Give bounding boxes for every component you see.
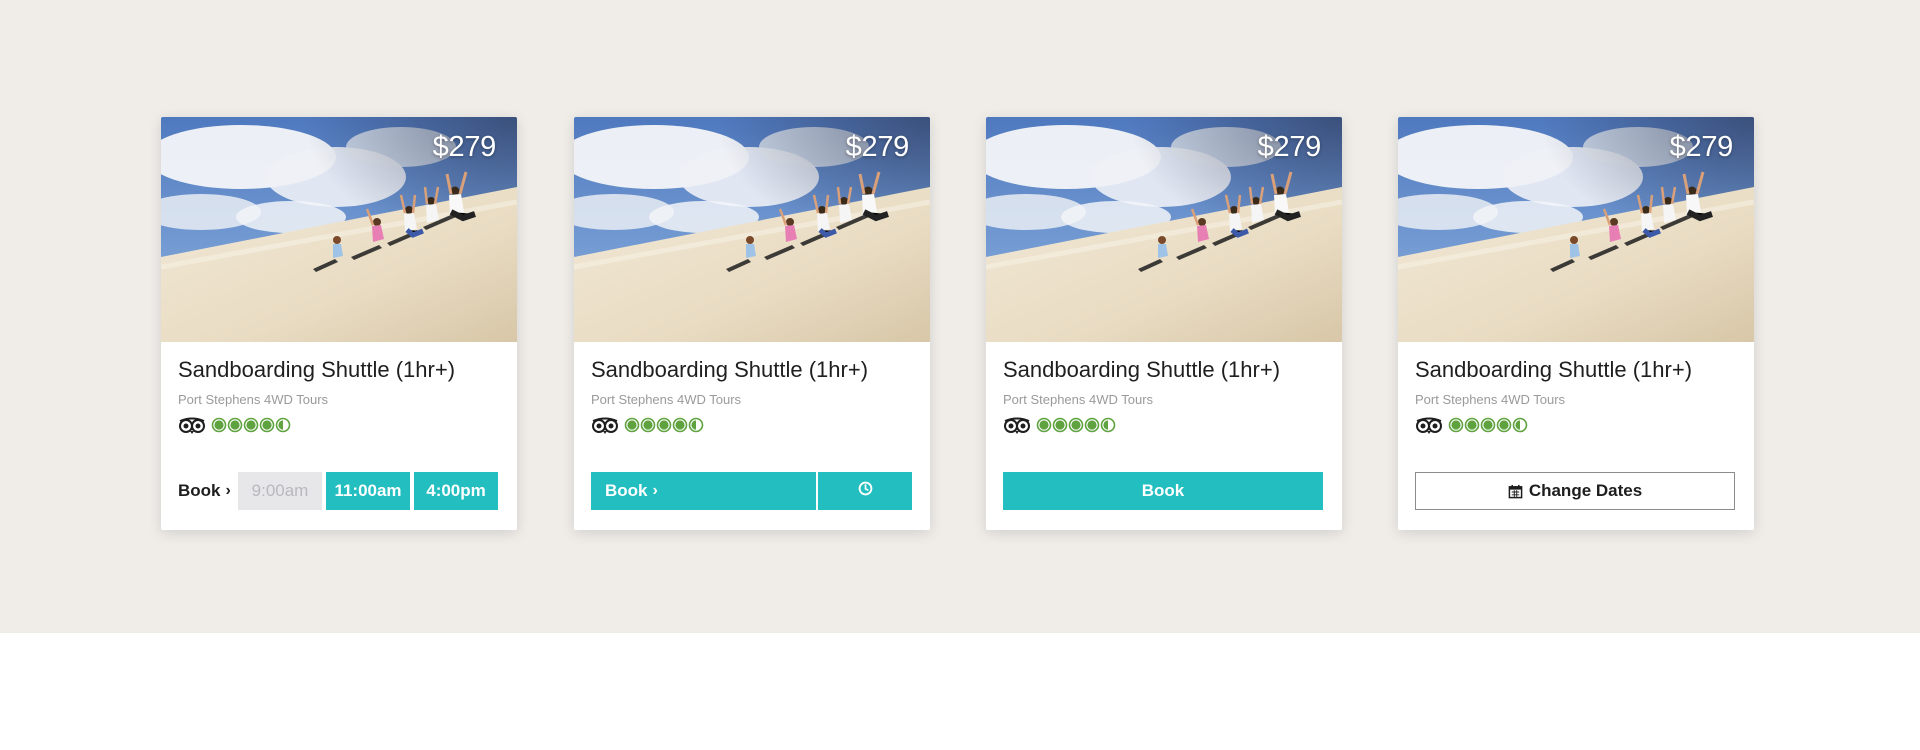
booking-actions: Change Dates (1415, 472, 1737, 510)
chevron-right-icon: › (225, 482, 231, 499)
booking-actions: Book (1003, 472, 1325, 510)
book-label: Book (178, 481, 221, 500)
operator-name: Port Stephens 4WD Tours (591, 392, 742, 407)
tripadvisor-rating (1414, 415, 1534, 435)
price-badge: $279 (845, 131, 910, 163)
book-button[interactable]: Book (1003, 472, 1323, 510)
book-button[interactable]: Book › (591, 472, 816, 510)
book-link[interactable]: Book › (178, 472, 234, 510)
book-label: Book (605, 481, 648, 500)
time-slot-disabled: 9:00am (238, 472, 322, 510)
booking-actions: Book › (591, 472, 913, 510)
tour-title[interactable]: Sandboarding Shuttle (1hr+) (1415, 357, 1692, 383)
tripadvisor-rating (590, 415, 710, 435)
tour-card-2: $279 Sandboarding Shuttle (1hr+) Port St… (574, 117, 930, 530)
price-badge: $279 (1257, 131, 1322, 163)
tripadvisor-owl-icon (1004, 417, 1030, 434)
price-badge: $279 (432, 131, 497, 163)
operator-name: Port Stephens 4WD Tours (178, 392, 329, 407)
clock-icon (858, 481, 873, 501)
tour-card-4: $279 Sandboarding Shuttle (1hr+) Port St… (1398, 117, 1754, 530)
choose-time-button[interactable] (818, 472, 912, 510)
tour-card-1: $279 Sandboarding Shuttle (1hr+) Port St… (161, 117, 517, 530)
change-dates-button[interactable]: Change Dates (1415, 472, 1735, 510)
change-dates-label: Change Dates (1528, 481, 1643, 500)
price-badge: $279 (1669, 131, 1734, 163)
tripadvisor-rating (1002, 415, 1122, 435)
tripadvisor-rating (177, 415, 297, 435)
tripadvisor-owl-icon (1416, 417, 1442, 434)
tour-title[interactable]: Sandboarding Shuttle (1hr+) (1003, 357, 1280, 383)
tour-title[interactable]: Sandboarding Shuttle (1hr+) (591, 357, 868, 383)
time-slot-button[interactable]: 4:00pm (414, 472, 498, 510)
calendar-icon (1508, 484, 1523, 499)
time-slot-button[interactable]: 11:00am (326, 472, 410, 510)
tour-card-3: $279 Sandboarding Shuttle (1hr+) Port St… (986, 117, 1342, 530)
operator-name: Port Stephens 4WD Tours (1003, 392, 1154, 407)
tour-title[interactable]: Sandboarding Shuttle (1hr+) (178, 357, 455, 383)
booking-actions: Book › 9:00am 11:00am 4:00pm (178, 472, 500, 510)
chevron-right-icon: › (652, 482, 658, 499)
tripadvisor-owl-icon (179, 417, 205, 434)
operator-name: Port Stephens 4WD Tours (1415, 392, 1566, 407)
tripadvisor-owl-icon (592, 417, 618, 434)
